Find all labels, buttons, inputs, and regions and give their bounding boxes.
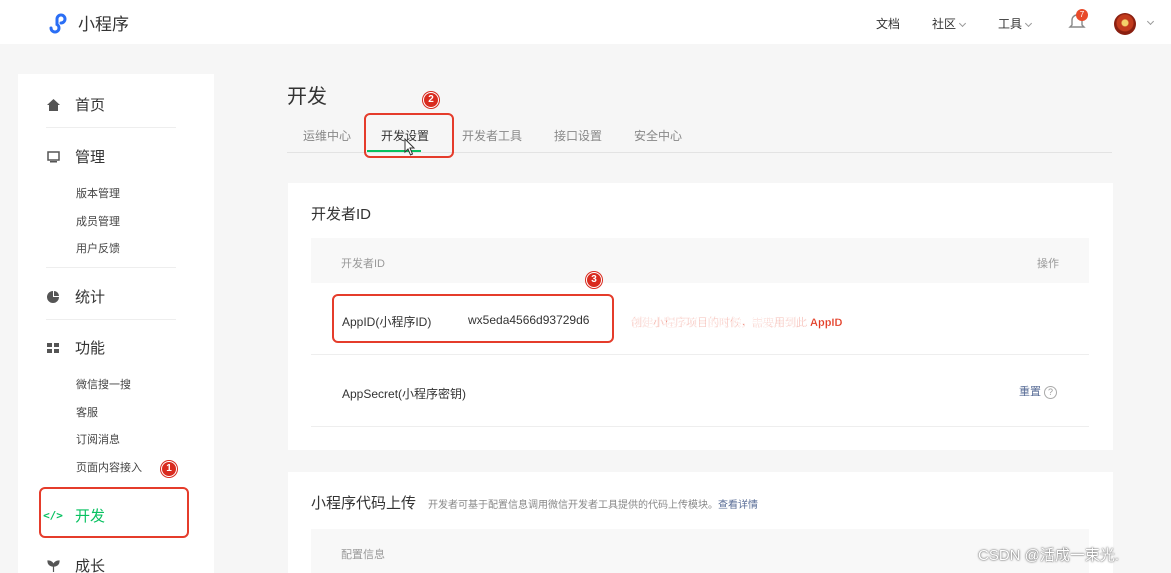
tools-label: 工具 xyxy=(998,17,1023,31)
sidebar-subitem-subscribe[interactable]: 订阅消息 xyxy=(76,431,120,447)
sidebar-item-manage[interactable]: 管理 xyxy=(46,146,105,167)
watermark: CSDN @活成一束光. xyxy=(978,547,1120,564)
step-badge-1: 1 xyxy=(161,461,177,477)
view-details-link[interactable]: 查看详情 xyxy=(718,500,758,511)
divider xyxy=(46,127,176,128)
sprout-icon xyxy=(46,559,60,573)
step-badge-3: 3 xyxy=(586,272,602,288)
notification-badge: 7 xyxy=(1076,9,1088,21)
sidebar-item-features[interactable]: 功能 xyxy=(46,337,105,358)
card-title: 小程序代码上传 开发者可基于配置信息调用微信开发者工具提供的代码上传模块。查看详情 xyxy=(311,492,758,513)
card-title-text: 小程序代码上传 xyxy=(311,495,417,512)
help-icon[interactable]: ? xyxy=(1044,386,1057,399)
highlight-develop-nav xyxy=(39,487,189,538)
mouse-cursor-icon xyxy=(404,138,416,156)
tab-operations[interactable]: 运维中心 xyxy=(303,127,351,144)
sidebar-item-stats[interactable]: 统计 xyxy=(46,286,105,307)
community-label: 社区 xyxy=(932,17,957,31)
sidebar-item-label: 成长 xyxy=(75,558,106,573)
sidebar-item-label: 统计 xyxy=(75,289,106,306)
column-header: 开发者ID xyxy=(341,258,385,270)
docs-link[interactable]: 文档 xyxy=(876,15,900,32)
avatar[interactable] xyxy=(1114,13,1136,35)
sidebar-item-label: 功能 xyxy=(75,340,106,357)
table-header: 配置信息 xyxy=(311,529,1089,573)
pie-chart-icon xyxy=(46,290,60,304)
grid-icon xyxy=(46,341,60,355)
sidebar-item-label: 首页 xyxy=(75,97,106,114)
sidebar-subitem-members[interactable]: 成员管理 xyxy=(76,213,120,229)
top-header: 小程序 文档 社区 工具 7 xyxy=(0,0,1171,44)
sidebar-item-home[interactable]: 首页 xyxy=(46,94,105,115)
sidebar-subitem-search[interactable]: 微信搜一搜 xyxy=(76,376,131,392)
divider xyxy=(46,267,176,268)
mini-program-logo-icon xyxy=(49,13,67,33)
sidebar-item-growth[interactable]: 成长 xyxy=(46,555,105,573)
sidebar-subitem-service[interactable]: 客服 xyxy=(76,404,98,420)
column-header: 配置信息 xyxy=(341,549,385,561)
chevron-down-icon xyxy=(1024,19,1033,28)
card-subtitle-text: 开发者可基于配置信息调用微信开发者工具提供的代码上传模块。 xyxy=(428,500,719,511)
chevron-down-icon xyxy=(958,19,967,28)
sidebar-subitem-feedback[interactable]: 用户反馈 xyxy=(76,240,120,256)
column-header: 操作 xyxy=(1037,258,1059,270)
card-subtitle: 开发者可基于配置信息调用微信开发者工具提供的代码上传模块。查看详情 xyxy=(428,500,758,511)
card-title: 开发者ID xyxy=(311,206,372,223)
reset-link[interactable]: 重置 xyxy=(1019,386,1041,398)
appsecret-actions: 重置? xyxy=(1019,383,1057,399)
monitor-icon xyxy=(46,150,60,164)
appsecret-label: AppSecret(小程序密钥) xyxy=(342,387,467,401)
divider xyxy=(46,319,176,320)
row-divider xyxy=(311,426,1089,427)
highlight-appid-row xyxy=(332,294,614,343)
community-menu[interactable]: 社区 xyxy=(932,15,967,32)
row-divider xyxy=(311,354,1089,355)
sidebar-subitem-version[interactable]: 版本管理 xyxy=(76,185,120,201)
tab-api-settings[interactable]: 接口设置 xyxy=(554,127,602,144)
annotation-note: 创建小程序项目的时候，需要用到此 AppID xyxy=(631,317,843,329)
tab-security[interactable]: 安全中心 xyxy=(634,127,682,144)
chevron-down-icon[interactable] xyxy=(1146,17,1155,26)
page-title: 开发 xyxy=(287,86,327,108)
table-header: 开发者ID 操作 xyxy=(311,238,1089,283)
logo[interactable]: 小程序 xyxy=(46,10,129,35)
tab-dev-tools[interactable]: 开发者工具 xyxy=(462,127,522,144)
step-badge-2: 2 xyxy=(423,92,439,108)
home-icon xyxy=(46,98,60,112)
sidebar-item-label: 管理 xyxy=(75,149,106,166)
sidebar-subitem-page-content[interactable]: 页面内容接入 xyxy=(76,459,142,475)
tools-menu[interactable]: 工具 xyxy=(998,15,1033,32)
logo-text: 小程序 xyxy=(78,15,129,34)
